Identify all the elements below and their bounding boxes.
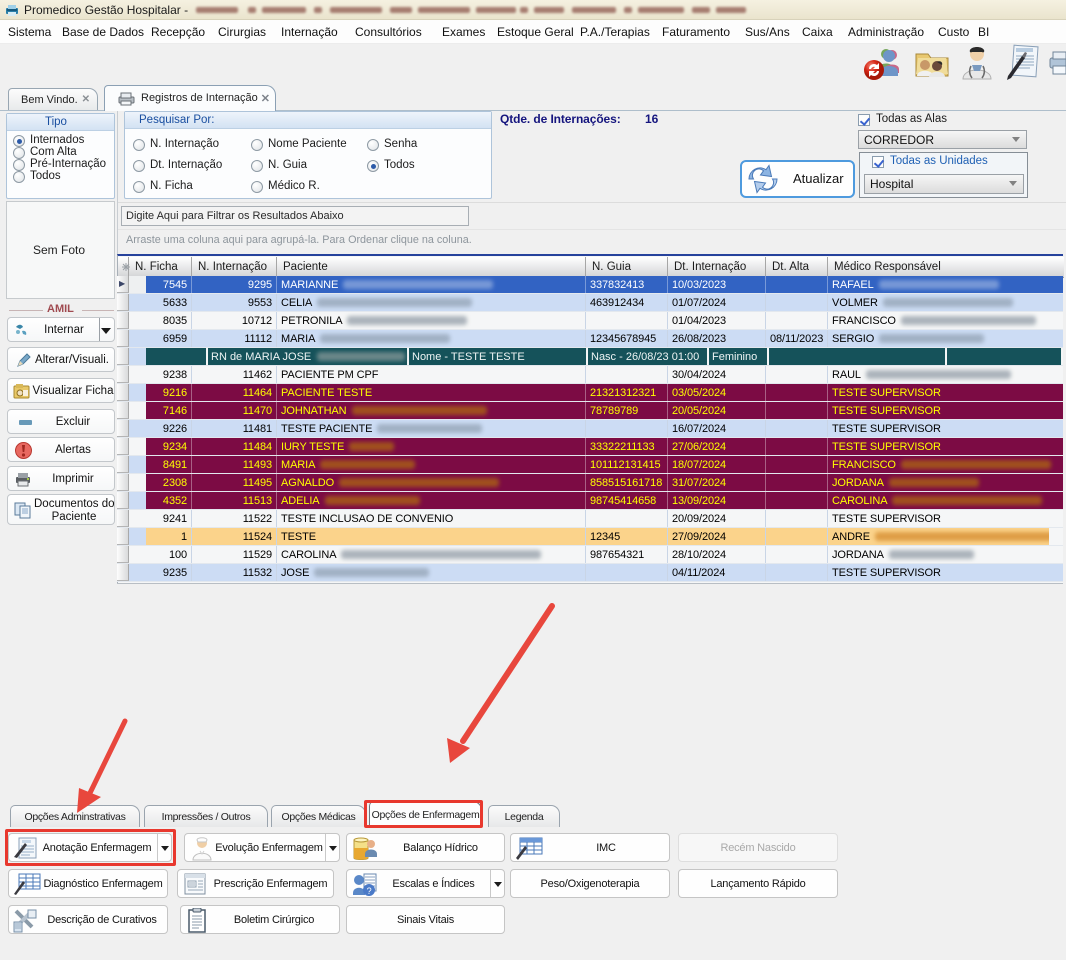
- svg-text:?: ?: [367, 886, 372, 896]
